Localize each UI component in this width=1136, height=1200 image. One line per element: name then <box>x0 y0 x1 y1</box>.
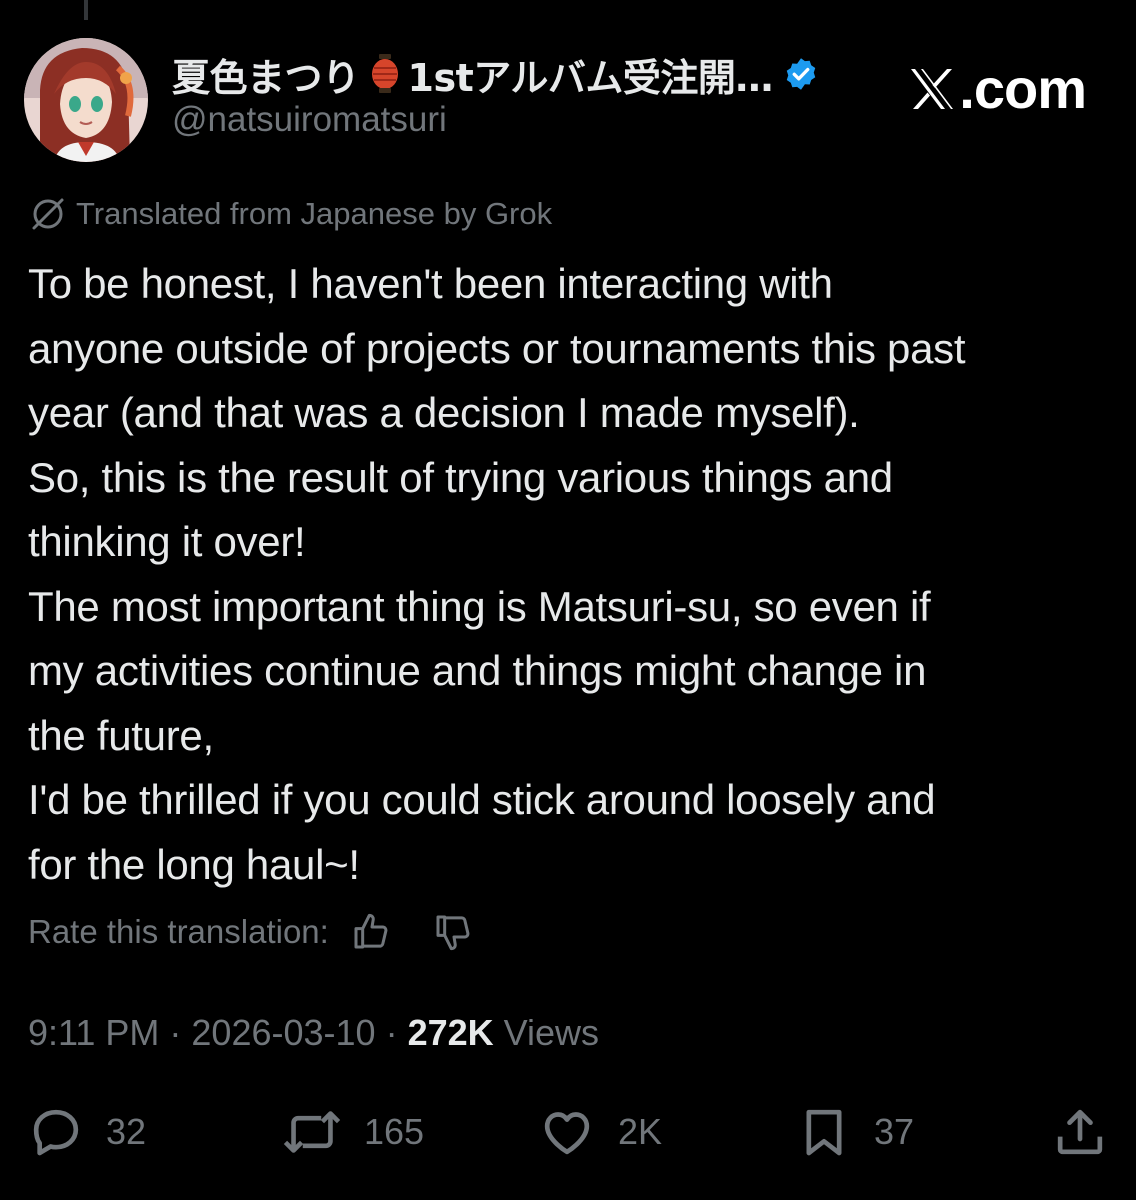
translation-notice: Translated from Japanese by Grok <box>28 196 552 232</box>
tweet-line: I'd be thrilled if you could stick aroun… <box>28 776 936 823</box>
avatar[interactable] <box>24 38 148 162</box>
repost-count: 165 <box>364 1111 425 1152</box>
display-name-text: 夏色まつり <box>172 55 360 100</box>
bookmark-icon <box>806 1109 842 1156</box>
bookmark-button[interactable]: 37 <box>796 1100 914 1164</box>
post-time[interactable]: 9:11 PM <box>28 1012 159 1053</box>
tweet-line: for the long haul~! <box>28 840 360 888</box>
views-label: Views <box>493 1012 600 1053</box>
brand-watermark: .com <box>909 56 1087 121</box>
tweet-text: To be honest, I haven't been interacting… <box>28 252 1118 897</box>
display-name[interactable]: 夏色まつり 1stアルバム受注開… <box>172 50 819 100</box>
user-handle[interactable]: @natsuiromatsuri <box>172 100 447 140</box>
repost-icon <box>283 1111 341 1153</box>
translation-label: Translated from Japanese by Grok <box>76 196 553 231</box>
tweet-line: thinking it over! <box>28 518 306 565</box>
reply-icon <box>33 1109 79 1156</box>
bookmark-count: 37 <box>874 1111 915 1152</box>
rate-translation-label: Rate this translation: <box>28 913 329 950</box>
brand-domain-text: .com <box>959 57 1087 120</box>
thumbs-down-icon[interactable] <box>433 912 473 952</box>
tweet-line: The most important thing is Matsuri-su, … <box>28 582 931 630</box>
reply-button[interactable]: 32 <box>28 1100 146 1164</box>
like-icon <box>544 1112 590 1155</box>
verified-badge-icon <box>783 56 819 92</box>
tweet-line: So, this is the result of trying various… <box>28 453 893 501</box>
share-button[interactable] <box>1052 1100 1108 1164</box>
grok-icon <box>32 198 64 230</box>
display-name-suffix: 1stアルバム受注開… <box>407 55 774 100</box>
thumbs-up-icon[interactable] <box>351 912 391 952</box>
repost-button[interactable]: 165 <box>282 1100 424 1164</box>
tweet-line: my activities continue and things might … <box>28 647 927 694</box>
reply-count: 32 <box>106 1111 147 1152</box>
action-bar: 32 165 2K 37 <box>0 1100 1136 1164</box>
x-logo-icon <box>911 68 954 109</box>
post-date[interactable]: 2026-03-10 <box>191 1012 375 1053</box>
meta-separator: · <box>159 1012 192 1053</box>
tweet-metadata: 9:11 PM · 2026-03-10 · 272K Views <box>28 1012 599 1054</box>
tweet-line: anyone outside of projects or tournament… <box>28 324 966 372</box>
meta-separator: · <box>375 1012 408 1053</box>
thread-connector-line <box>84 0 88 20</box>
tweet-line: year (and that was a decision I made mys… <box>28 389 860 436</box>
share-icon <box>1057 1109 1103 1155</box>
paper-lantern-emoji-icon <box>370 54 400 94</box>
like-count: 2K <box>618 1111 663 1152</box>
like-button[interactable]: 2K <box>538 1100 662 1164</box>
views-count[interactable]: 272K <box>408 1012 494 1053</box>
tweet-line: the future, <box>28 711 214 759</box>
rate-translation: Rate this translation: <box>28 912 473 952</box>
tweet-line: To be honest, I haven't been interacting… <box>28 260 833 307</box>
